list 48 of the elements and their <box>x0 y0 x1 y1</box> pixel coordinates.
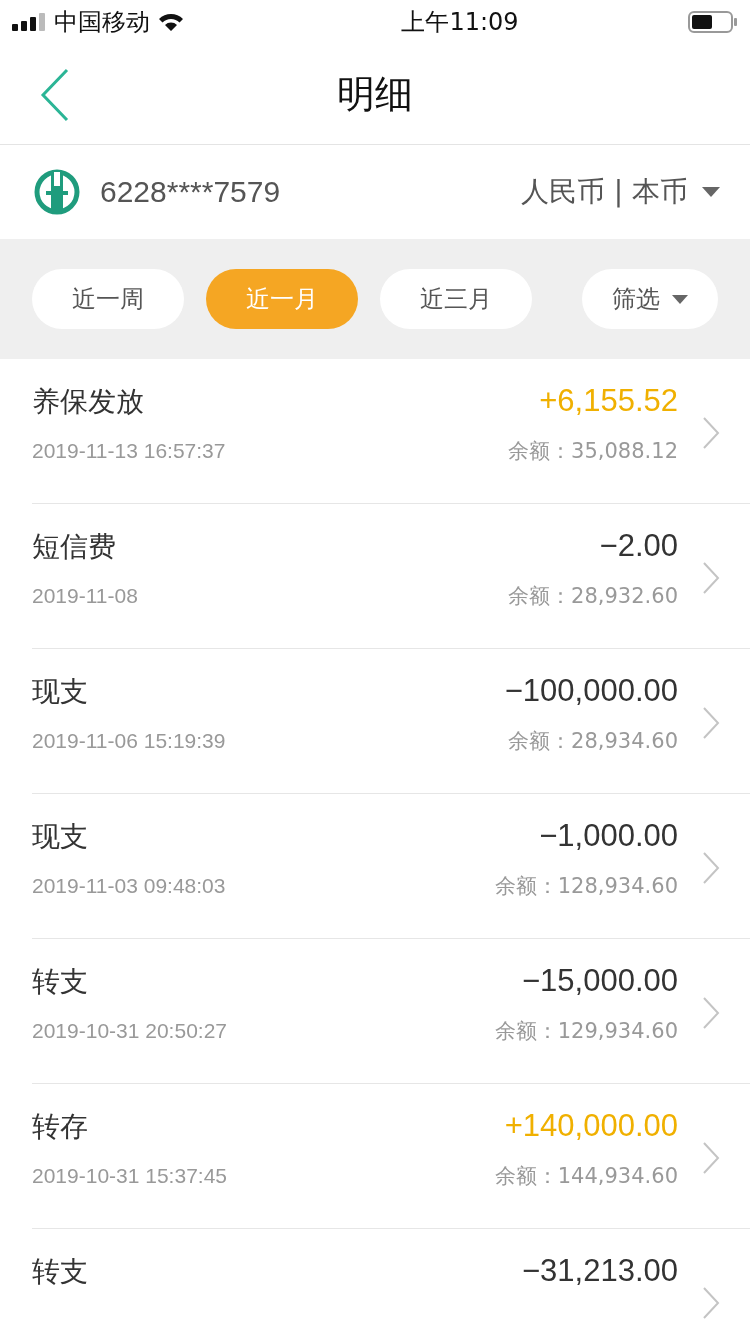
transaction-amount: −15,000.00 <box>522 963 678 999</box>
period-tab[interactable]: 近三月 <box>380 269 532 329</box>
transaction-title: 转支 <box>32 964 89 1000</box>
transaction-amount: +6,155.52 <box>539 383 678 419</box>
bank-logo-icon <box>34 169 80 215</box>
transaction-date: 2019-10-31 20:50:27 <box>32 1019 228 1043</box>
transaction-title: 现支 <box>32 819 89 855</box>
transaction-date: 2019-11-08 <box>32 584 139 608</box>
transaction-title: 短信费 <box>32 529 117 565</box>
clock-time: 上午11:09 <box>401 7 519 38</box>
transaction-date: 2019-11-03 09:48:03 <box>32 874 227 898</box>
filter-button[interactable]: 筛选 <box>582 269 718 329</box>
back-chevron-icon <box>40 68 70 122</box>
transaction-title: 养保发放 <box>32 384 145 420</box>
chevron-right-icon <box>702 416 720 450</box>
transaction-title: 转存 <box>32 1109 89 1145</box>
carrier-name: 中国移动 <box>54 7 150 38</box>
transaction-amount: −31,213.00 <box>522 1253 678 1289</box>
signal-icon <box>12 13 46 31</box>
battery-icon <box>688 11 738 33</box>
dropdown-caret-icon <box>702 187 720 197</box>
chevron-right-icon <box>702 851 720 885</box>
transaction-title: 现支 <box>32 674 89 710</box>
transaction-title: 转支 <box>32 1254 89 1290</box>
period-tab[interactable]: 近一周 <box>32 269 184 329</box>
balance-text: 余额：28,932.60 <box>508 583 678 610</box>
transaction-amount: −100,000.00 <box>504 673 678 709</box>
balance-text: 余额：28,934.60 <box>508 728 678 755</box>
transaction-date: 2019-11-13 16:57:37 <box>32 439 227 463</box>
transaction-amount: +140,000.00 <box>504 1108 678 1144</box>
chevron-right-icon <box>702 996 720 1030</box>
chevron-right-icon <box>702 1141 720 1175</box>
wifi-icon <box>158 12 184 32</box>
transaction-amount: −2.00 <box>599 528 678 564</box>
balance-text: 余额：144,934.60 <box>494 1163 678 1190</box>
currency-dropdown[interactable]: 人民币 | 本币 <box>520 173 720 211</box>
balance-text: 余额：128,934.60 <box>494 873 678 900</box>
chevron-right-icon <box>702 706 720 740</box>
balance-text: 余额：129,934.60 <box>494 1018 678 1045</box>
transaction-date: 2019-10-31 15:37:45 <box>32 1164 228 1188</box>
page-title: 明细 <box>337 70 413 118</box>
account-number: 6228****7579 <box>100 175 282 209</box>
dropdown-caret-icon <box>672 294 688 304</box>
chevron-right-icon <box>702 561 720 595</box>
transaction-date: 2019-11-06 15:19:39 <box>32 729 227 753</box>
transaction-amount: −1,000.00 <box>539 818 678 854</box>
balance-text: 余额：35,088.12 <box>508 438 678 465</box>
chevron-right-icon <box>702 1286 720 1320</box>
